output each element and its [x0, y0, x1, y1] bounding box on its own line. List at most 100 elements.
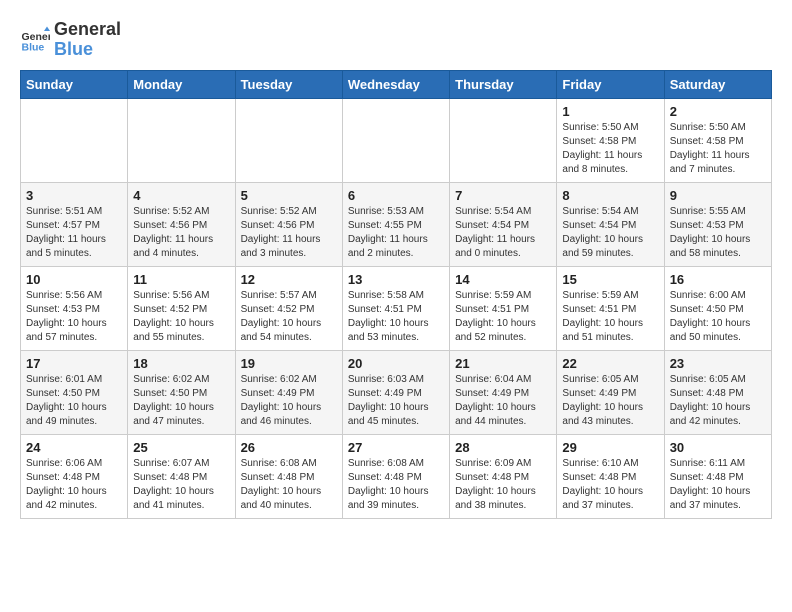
day-number: 21: [455, 356, 551, 371]
day-cell: 5Sunrise: 5:52 AM Sunset: 4:56 PM Daylig…: [235, 182, 342, 266]
day-number: 30: [670, 440, 766, 455]
day-cell: 23 Sunrise: 6:05 AM Sunset: 4:48 PM Dayli…: [664, 350, 771, 434]
day-cell: 8 Sunrise: 5:54 AM Sunset: 4:54 PM Daylig…: [557, 182, 664, 266]
day-cell: [21, 98, 128, 182]
day-cell: 14Sunrise: 5:59 AM Sunset: 4:51 PM Dayli…: [450, 266, 557, 350]
svg-text:Blue: Blue: [22, 41, 45, 53]
day-number: 19: [241, 356, 337, 371]
day-info: Sunrise: 6:06 AM Sunset: 4:48 PM Dayligh…: [26, 457, 122, 513]
day-cell: 26 Sunrise: 6:08 AM Sunset: 4:48 PM Dayli…: [235, 434, 342, 518]
weekday-header-saturday: Saturday: [664, 70, 771, 98]
day-number: 28: [455, 440, 551, 455]
day-cell: 2Sunrise: 5:50 AM Sunset: 4:58 PM Daylig…: [664, 98, 771, 182]
day-info: Sunrise: 5:54 AM Sunset: 4:54 PM Dayligh…: [562, 205, 658, 261]
day-number: 8: [562, 188, 658, 203]
day-cell: 22 Sunrise: 6:05 AM Sunset: 4:49 PM Dayli…: [557, 350, 664, 434]
day-info: Sunrise: 5:52 AM Sunset: 4:56 PM Dayligh…: [133, 205, 229, 261]
day-info: Sunrise: 6:09 AM Sunset: 4:48 PM Dayligh…: [455, 457, 551, 513]
day-cell: 1 Sunrise: 5:50 AM Sunset: 4:58 PM Daylig…: [557, 98, 664, 182]
logo-text: GeneralBlue: [54, 20, 121, 60]
day-number: 23: [670, 356, 766, 371]
weekday-row: SundayMondayTuesdayWednesdayThursdayFrid…: [21, 70, 772, 98]
day-number: 11: [133, 272, 229, 287]
day-number: 13: [348, 272, 444, 287]
day-number: 3: [26, 188, 122, 203]
day-cell: [450, 98, 557, 182]
day-cell: 4 Sunrise: 5:52 AM Sunset: 4:56 PM Daylig…: [128, 182, 235, 266]
day-info: Sunrise: 6:05 AM Sunset: 4:48 PM Dayligh…: [670, 373, 766, 429]
day-info: Sunrise: 5:52 AM Sunset: 4:56 PM Dayligh…: [241, 205, 337, 261]
day-info: Sunrise: 6:02 AM Sunset: 4:50 PM Dayligh…: [133, 373, 229, 429]
day-cell: 9 Sunrise: 5:55 AM Sunset: 4:53 PM Daylig…: [664, 182, 771, 266]
calendar-body: 1 Sunrise: 5:50 AM Sunset: 4:58 PM Daylig…: [21, 98, 772, 518]
week-row-5: 24 Sunrise: 6:06 AM Sunset: 4:48 PM Dayli…: [21, 434, 772, 518]
day-cell: 29 Sunrise: 6:10 AM Sunset: 4:48 PM Dayli…: [557, 434, 664, 518]
day-cell: 10Sunrise: 5:56 AM Sunset: 4:53 PM Dayli…: [21, 266, 128, 350]
day-info: Sunrise: 5:50 AM Sunset: 4:58 PM Dayligh…: [562, 121, 658, 177]
day-cell: 15Sunrise: 5:59 AM Sunset: 4:51 PM Dayli…: [557, 266, 664, 350]
weekday-header-wednesday: Wednesday: [342, 70, 449, 98]
day-cell: 11 Sunrise: 5:56 AM Sunset: 4:52 PM Dayli…: [128, 266, 235, 350]
day-number: 9: [670, 188, 766, 203]
day-number: 12: [241, 272, 337, 287]
weekday-header-tuesday: Tuesday: [235, 70, 342, 98]
weekday-header-sunday: Sunday: [21, 70, 128, 98]
day-number: 24: [26, 440, 122, 455]
day-cell: 20 Sunrise: 6:03 AM Sunset: 4:49 PM Dayli…: [342, 350, 449, 434]
day-info: Sunrise: 6:03 AM Sunset: 4:49 PM Dayligh…: [348, 373, 444, 429]
day-cell: 7Sunrise: 5:54 AM Sunset: 4:54 PM Daylig…: [450, 182, 557, 266]
day-cell: 27Sunrise: 6:08 AM Sunset: 4:48 PM Dayli…: [342, 434, 449, 518]
logo-icon: General Blue: [20, 25, 50, 55]
day-number: 25: [133, 440, 229, 455]
day-cell: 16 Sunrise: 6:00 AM Sunset: 4:50 PM Dayli…: [664, 266, 771, 350]
week-row-4: 17Sunrise: 6:01 AM Sunset: 4:50 PM Dayli…: [21, 350, 772, 434]
week-row-2: 3 Sunrise: 5:51 AM Sunset: 4:57 PM Daylig…: [21, 182, 772, 266]
day-number: 16: [670, 272, 766, 287]
day-info: Sunrise: 6:04 AM Sunset: 4:49 PM Dayligh…: [455, 373, 551, 429]
day-info: Sunrise: 5:59 AM Sunset: 4:51 PM Dayligh…: [455, 289, 551, 345]
day-cell: 25 Sunrise: 6:07 AM Sunset: 4:48 PM Dayli…: [128, 434, 235, 518]
day-info: Sunrise: 6:07 AM Sunset: 4:48 PM Dayligh…: [133, 457, 229, 513]
day-info: Sunrise: 5:51 AM Sunset: 4:57 PM Dayligh…: [26, 205, 122, 261]
day-number: 22: [562, 356, 658, 371]
day-info: Sunrise: 5:56 AM Sunset: 4:52 PM Dayligh…: [133, 289, 229, 345]
day-number: 18: [133, 356, 229, 371]
day-info: Sunrise: 5:54 AM Sunset: 4:54 PM Dayligh…: [455, 205, 551, 261]
day-cell: 24 Sunrise: 6:06 AM Sunset: 4:48 PM Dayli…: [21, 434, 128, 518]
week-row-3: 10Sunrise: 5:56 AM Sunset: 4:53 PM Dayli…: [21, 266, 772, 350]
day-info: Sunrise: 5:50 AM Sunset: 4:58 PM Dayligh…: [670, 121, 766, 177]
weekday-header-friday: Friday: [557, 70, 664, 98]
day-cell: [235, 98, 342, 182]
day-info: Sunrise: 5:56 AM Sunset: 4:53 PM Dayligh…: [26, 289, 122, 345]
calendar-header: SundayMondayTuesdayWednesdayThursdayFrid…: [21, 70, 772, 98]
day-info: Sunrise: 5:53 AM Sunset: 4:55 PM Dayligh…: [348, 205, 444, 261]
day-info: Sunrise: 6:05 AM Sunset: 4:49 PM Dayligh…: [562, 373, 658, 429]
day-number: 1: [562, 104, 658, 119]
logo: General Blue GeneralBlue: [20, 20, 121, 60]
page-header: General Blue GeneralBlue: [20, 20, 772, 60]
day-number: 29: [562, 440, 658, 455]
day-cell: [342, 98, 449, 182]
day-cell: 3 Sunrise: 5:51 AM Sunset: 4:57 PM Daylig…: [21, 182, 128, 266]
day-cell: [128, 98, 235, 182]
day-info: Sunrise: 6:10 AM Sunset: 4:48 PM Dayligh…: [562, 457, 658, 513]
day-number: 4: [133, 188, 229, 203]
day-cell: 28 Sunrise: 6:09 AM Sunset: 4:48 PM Dayli…: [450, 434, 557, 518]
day-number: 20: [348, 356, 444, 371]
day-info: Sunrise: 6:08 AM Sunset: 4:48 PM Dayligh…: [241, 457, 337, 513]
day-info: Sunrise: 5:57 AM Sunset: 4:52 PM Dayligh…: [241, 289, 337, 345]
calendar-table: SundayMondayTuesdayWednesdayThursdayFrid…: [20, 70, 772, 519]
day-number: 26: [241, 440, 337, 455]
day-info: Sunrise: 6:11 AM Sunset: 4:48 PM Dayligh…: [670, 457, 766, 513]
day-cell: 30 Sunrise: 6:11 AM Sunset: 4:48 PM Dayli…: [664, 434, 771, 518]
day-info: Sunrise: 6:00 AM Sunset: 4:50 PM Dayligh…: [670, 289, 766, 345]
day-cell: 6Sunrise: 5:53 AM Sunset: 4:55 PM Daylig…: [342, 182, 449, 266]
week-row-1: 1 Sunrise: 5:50 AM Sunset: 4:58 PM Daylig…: [21, 98, 772, 182]
day-info: Sunrise: 6:02 AM Sunset: 4:49 PM Dayligh…: [241, 373, 337, 429]
weekday-header-monday: Monday: [128, 70, 235, 98]
day-info: Sunrise: 5:55 AM Sunset: 4:53 PM Dayligh…: [670, 205, 766, 261]
day-cell: 18 Sunrise: 6:02 AM Sunset: 4:50 PM Dayli…: [128, 350, 235, 434]
day-info: Sunrise: 6:01 AM Sunset: 4:50 PM Dayligh…: [26, 373, 122, 429]
day-cell: 21 Sunrise: 6:04 AM Sunset: 4:49 PM Dayli…: [450, 350, 557, 434]
day-cell: 19 Sunrise: 6:02 AM Sunset: 4:49 PM Dayli…: [235, 350, 342, 434]
